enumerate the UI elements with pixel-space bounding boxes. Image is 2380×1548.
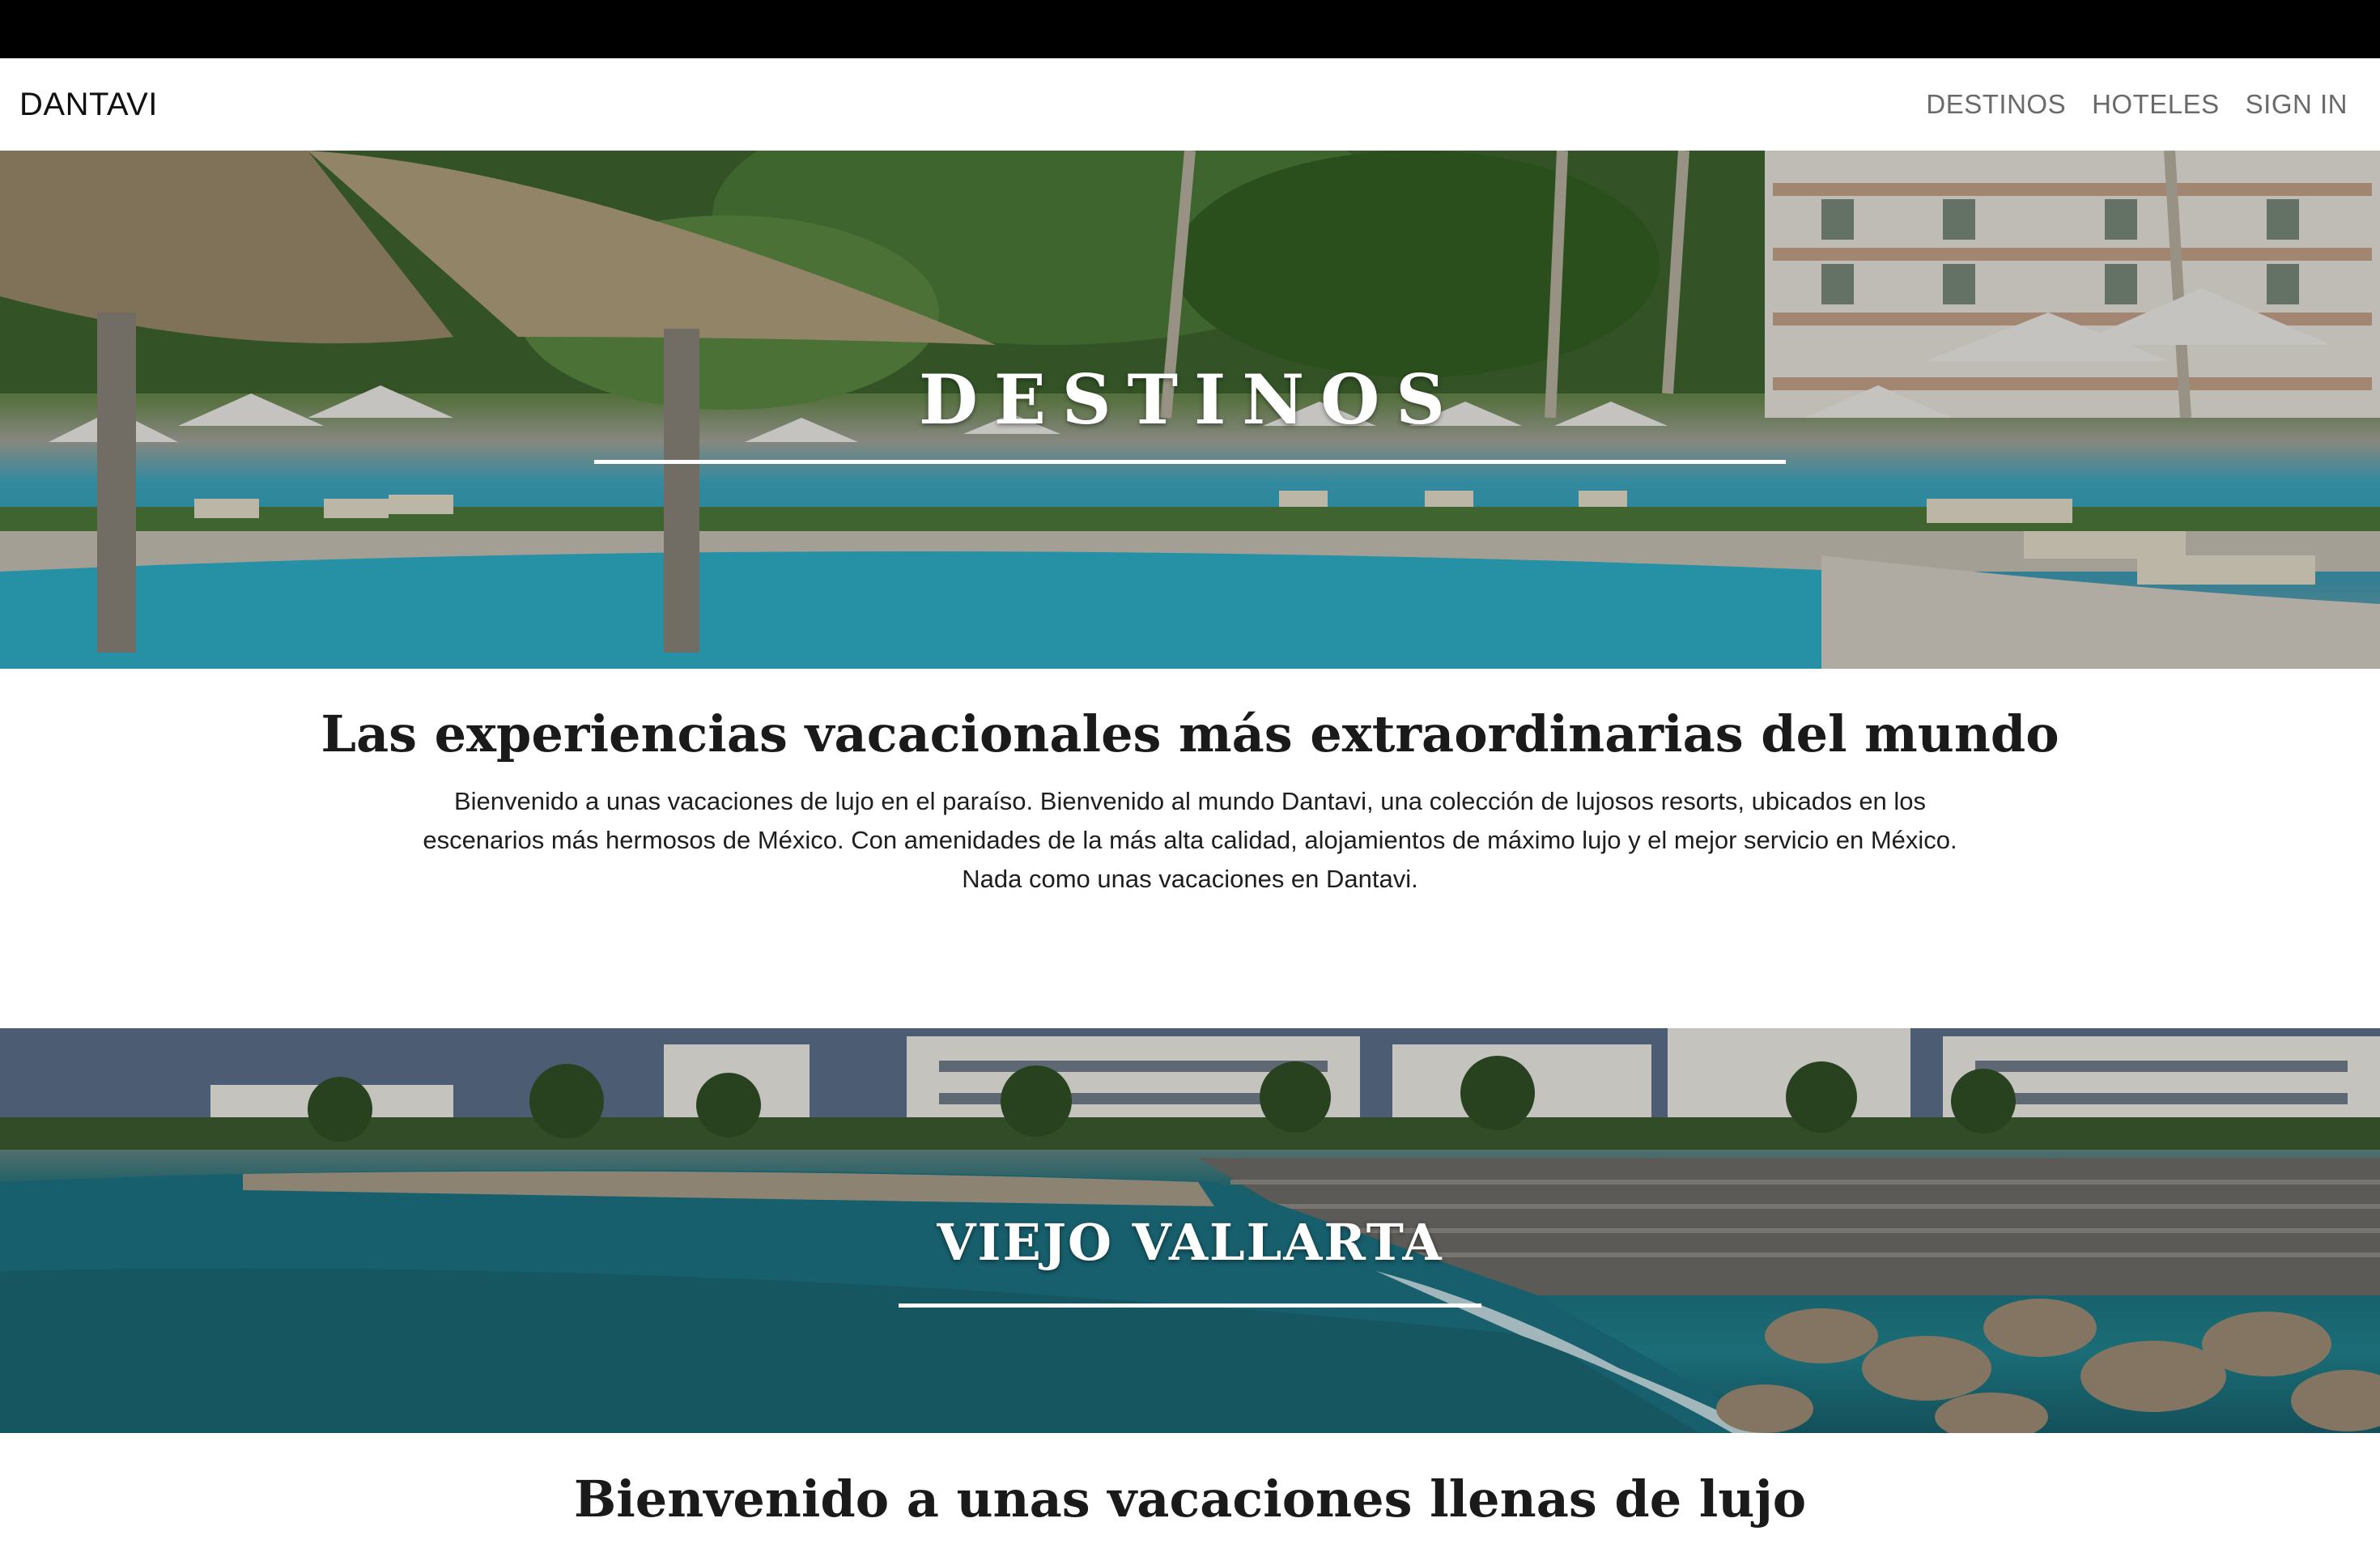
destination-banner-viejo-vallarta[interactable]: VIEJO VALLARTA (0, 1028, 2380, 1433)
destination-title[interactable]: VIEJO VALLARTA (0, 1213, 2380, 1272)
intro-heading: Las experiencias vacacionales más extrao… (321, 704, 2059, 763)
hero-banner: DESTINOS (0, 151, 2380, 669)
hero-title-underline (594, 460, 1786, 464)
intro-paragraph: Bienvenido a unas vacaciones de lujo en … (423, 787, 1957, 893)
navbar: DANTAVI DESTINOS HOTELES SIGN IN (0, 58, 2380, 151)
nav-link-destinos[interactable]: DESTINOS (1926, 89, 2066, 120)
destination-title-underline (899, 1303, 1481, 1308)
hero-title: DESTINOS (919, 359, 1461, 440)
nav-link-hoteles[interactable]: HOTELES (2092, 89, 2220, 120)
section-heading: Bienvenido a unas vacaciones llenas de l… (573, 1469, 1807, 1529)
intro-section: Las experiencias vacacionales más extrao… (0, 669, 2380, 1028)
nav-link-sign-in[interactable]: SIGN IN (2246, 89, 2348, 120)
browser-top-bar (0, 0, 2380, 58)
brand-logo[interactable]: DANTAVI (19, 87, 158, 123)
nav-links: DESTINOS HOTELES SIGN IN (1926, 89, 2348, 120)
